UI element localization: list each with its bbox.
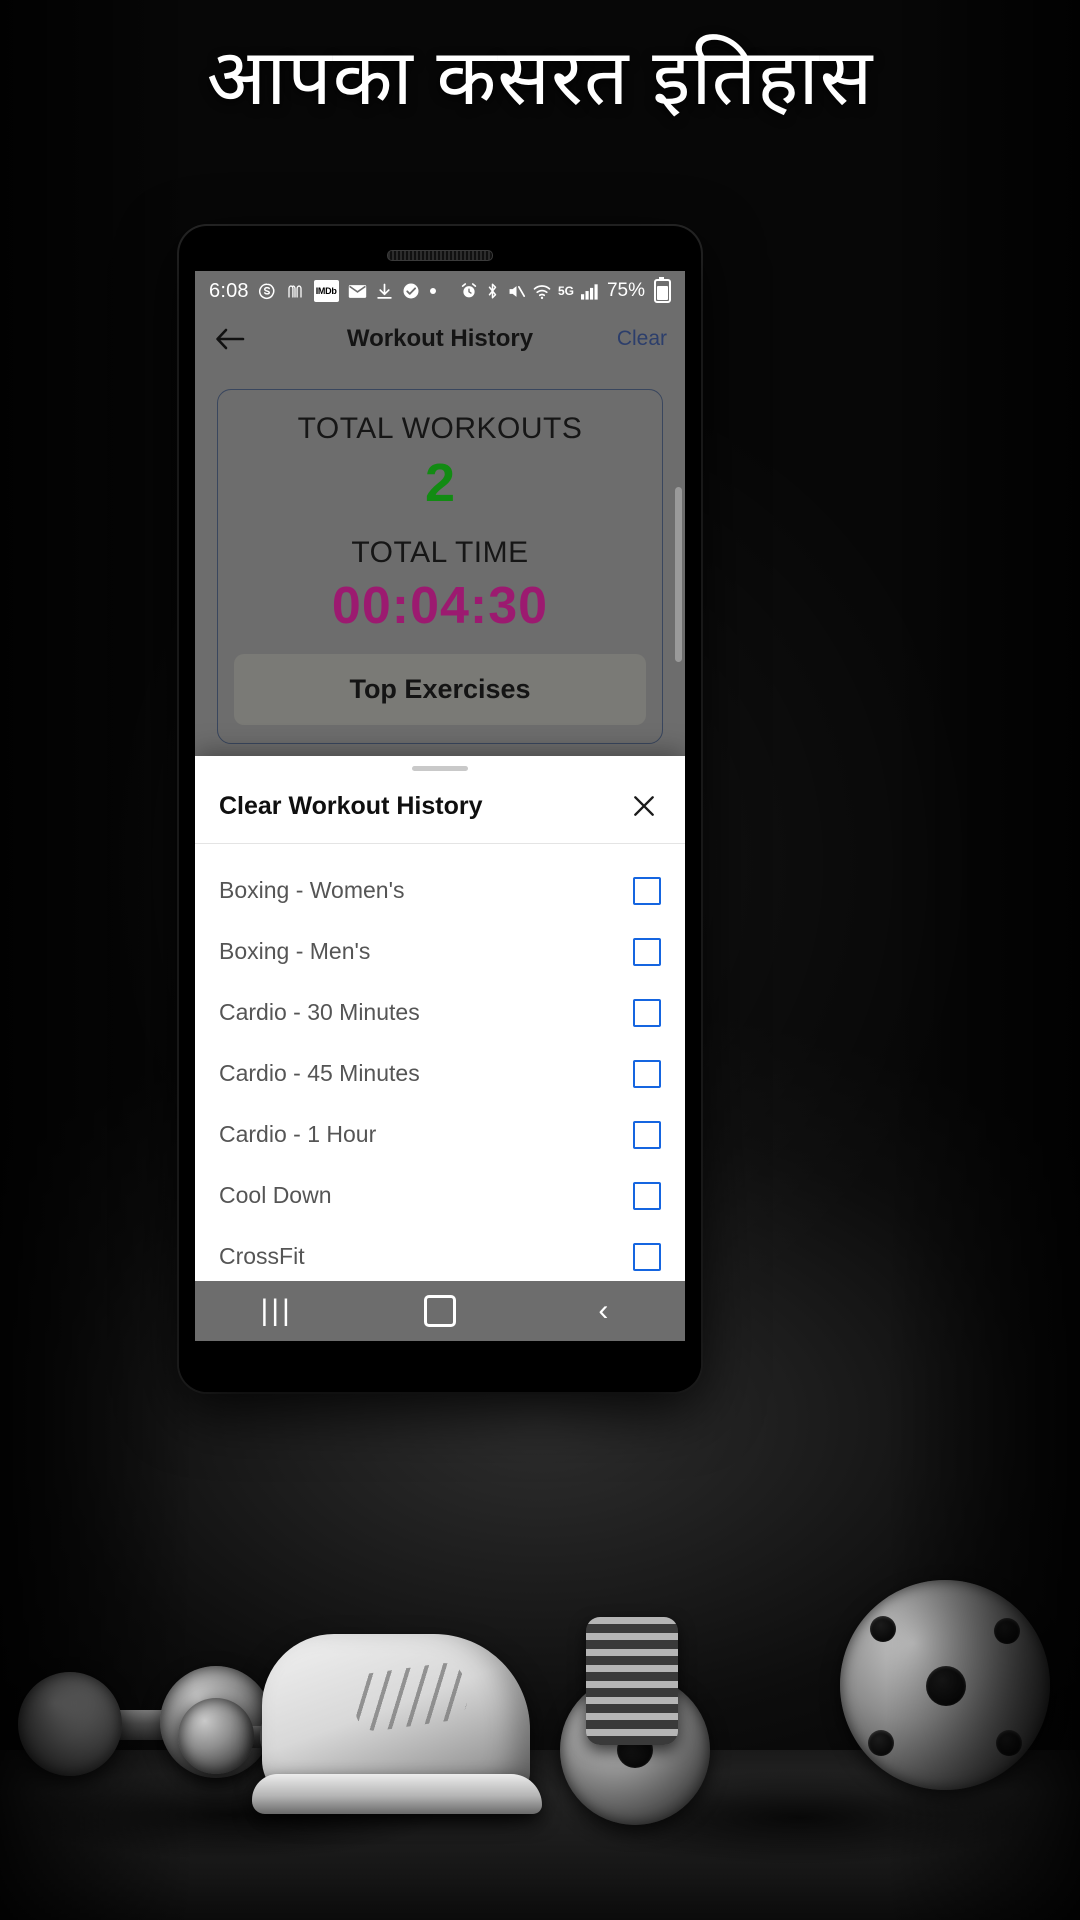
- sheet-header: Clear Workout History: [195, 771, 685, 844]
- list-item-checkbox[interactable]: [633, 1059, 661, 1088]
- mail-icon: [348, 281, 367, 301]
- total-time-label: TOTAL TIME: [351, 536, 529, 569]
- battery-icon: [654, 277, 671, 303]
- close-icon[interactable]: [627, 789, 661, 823]
- list-item[interactable]: Boxing - Women's: [195, 860, 685, 921]
- list-item[interactable]: Cardio - 45 Minutes: [195, 1043, 685, 1104]
- 5g-icon: 5G: [557, 284, 574, 298]
- clear-history-sheet: Clear Workout History Boxing - Women's Bo…: [195, 756, 685, 1281]
- signal-icon: [580, 281, 599, 301]
- list-item-checkbox[interactable]: [633, 1120, 661, 1149]
- app-bar: Workout History Clear: [195, 311, 685, 367]
- list-item-checkbox[interactable]: [633, 1181, 661, 1210]
- phone-mockup: 6:08 IMDb 5G 75% Workout History Clear T…: [179, 226, 701, 1392]
- phone-bottom-bezel: [179, 1342, 701, 1392]
- list-item-label: Boxing - Men's: [219, 938, 371, 964]
- alarm-icon: [460, 281, 478, 301]
- list-item[interactable]: Cool Down: [195, 1165, 685, 1226]
- total-workouts-label: TOTAL WORKOUTS: [297, 412, 583, 445]
- nav-home-button[interactable]: [400, 1289, 480, 1333]
- list-item-label: CrossFit: [219, 1243, 305, 1269]
- imdb-icon: IMDb: [313, 280, 339, 302]
- exercise-list: Boxing - Women's Boxing - Men's Cardio - 3…: [195, 844, 685, 1281]
- page-title: आपका कसरत इतिहास: [206, 33, 874, 121]
- sheet-title: Clear Workout History: [219, 791, 483, 820]
- phone-screen: 6:08 IMDb 5G 75% Workout History Clear T…: [195, 271, 685, 1341]
- list-item[interactable]: Cardio - 30 Minutes: [195, 982, 685, 1043]
- scrollbar[interactable]: [675, 487, 682, 662]
- skype-icon: [258, 281, 276, 301]
- back-arrow-icon[interactable]: [213, 322, 247, 356]
- total-time-value: 00:04:30: [331, 577, 549, 635]
- list-item[interactable]: Cardio - 1 Hour: [195, 1104, 685, 1165]
- earpiece-speaker: [387, 249, 493, 261]
- clear-history-button[interactable]: Clear: [617, 327, 667, 351]
- list-item[interactable]: CrossFit: [195, 1226, 685, 1281]
- list-item-checkbox[interactable]: [633, 998, 661, 1027]
- list-item[interactable]: Boxing - Men's: [195, 921, 685, 982]
- status-bar-left: 6:08 IMDb: [209, 280, 460, 303]
- stats-card: TOTAL WORKOUTS 2 TOTAL TIME 00:04:30 Top…: [217, 389, 663, 744]
- wifi-icon: [533, 281, 551, 301]
- status-time: 6:08: [209, 279, 249, 302]
- top-exercises-header: Top Exercises: [234, 654, 646, 725]
- status-bar-right: 5G 75%: [460, 277, 671, 303]
- mcdonalds-icon: [285, 281, 305, 301]
- android-nav-bar: ||| ‹: [195, 1281, 685, 1341]
- dot-icon: [429, 281, 437, 301]
- list-item-label: Cardio - 1 Hour: [219, 1121, 377, 1147]
- bluetooth-icon: [485, 281, 500, 301]
- mute-icon: [507, 281, 526, 301]
- list-item-label: Cardio - 30 Minutes: [219, 999, 420, 1025]
- status-bar: 6:08 IMDb 5G 75%: [195, 271, 685, 311]
- download-icon: [376, 281, 393, 301]
- home-square-icon: [423, 1295, 456, 1327]
- list-item-checkbox[interactable]: [633, 1242, 661, 1271]
- app-bar-title: Workout History: [346, 325, 534, 352]
- battery-percent: 75%: [606, 280, 645, 301]
- nav-recents-button[interactable]: |||: [237, 1289, 317, 1333]
- check-circle-icon: [402, 281, 420, 301]
- list-item-checkbox[interactable]: [633, 876, 661, 905]
- total-workouts-value: 2: [424, 453, 456, 513]
- nav-back-button[interactable]: ‹: [563, 1289, 643, 1333]
- list-item-checkbox[interactable]: [633, 937, 661, 966]
- list-item-label: Boxing - Women's: [219, 877, 405, 903]
- list-item-label: Cardio - 45 Minutes: [219, 1060, 420, 1086]
- list-item-label: Cool Down: [219, 1182, 332, 1208]
